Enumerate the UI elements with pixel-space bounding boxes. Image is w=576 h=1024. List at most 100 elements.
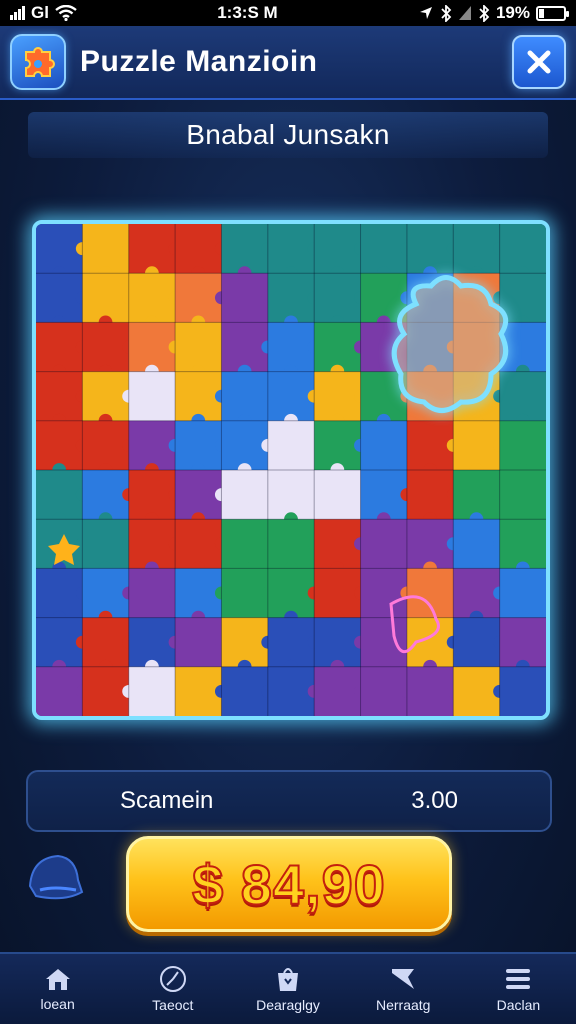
puzzle-piece[interactable] — [360, 519, 408, 569]
puzzle-piece[interactable] — [499, 519, 546, 569]
puzzle-piece[interactable] — [267, 617, 315, 668]
nav-item-menu[interactable]: Daclan — [461, 954, 576, 1024]
buy-button[interactable]: $ 84,90 — [126, 836, 452, 932]
puzzle-piece[interactable] — [499, 568, 546, 619]
puzzle-piece[interactable] — [360, 420, 408, 471]
puzzle-piece[interactable] — [36, 420, 83, 471]
puzzle-piece[interactable] — [314, 420, 362, 471]
puzzle-piece[interactable] — [221, 568, 269, 619]
puzzle-piece[interactable] — [499, 420, 546, 471]
puzzle-piece[interactable] — [267, 470, 315, 520]
puzzle-piece[interactable] — [453, 617, 501, 668]
hat-icon[interactable] — [24, 846, 86, 908]
puzzle-piece[interactable] — [82, 519, 130, 569]
puzzle-piece[interactable] — [36, 568, 83, 619]
puzzle-piece[interactable] — [221, 666, 269, 716]
puzzle-piece[interactable] — [267, 371, 315, 422]
puzzle-piece[interactable] — [499, 666, 546, 716]
puzzle-piece[interactable] — [406, 519, 454, 569]
puzzle-piece[interactable] — [221, 224, 269, 274]
puzzle-piece[interactable] — [453, 519, 501, 569]
puzzle-piece[interactable] — [128, 371, 176, 422]
puzzle-piece[interactable] — [221, 470, 269, 520]
puzzle-piece[interactable] — [499, 224, 546, 274]
puzzle-piece[interactable] — [175, 273, 222, 323]
puzzle-piece[interactable] — [453, 666, 501, 716]
puzzle-piece[interactable] — [406, 568, 454, 619]
puzzle-piece[interactable] — [267, 519, 315, 569]
puzzle-piece[interactable] — [314, 568, 362, 619]
puzzle-piece[interactable] — [82, 470, 130, 520]
puzzle-piece[interactable] — [406, 470, 454, 520]
puzzle-piece[interactable] — [128, 666, 176, 716]
puzzle-piece[interactable] — [314, 273, 362, 323]
puzzle-piece[interactable] — [82, 224, 130, 274]
puzzle-piece[interactable] — [314, 519, 362, 569]
puzzle-piece[interactable] — [128, 420, 176, 471]
puzzle-piece[interactable] — [128, 568, 176, 619]
nav-item-clock[interactable]: Taeoct — [115, 954, 230, 1024]
puzzle-piece[interactable] — [221, 273, 269, 323]
puzzle-piece[interactable] — [267, 273, 315, 323]
puzzle-piece[interactable] — [499, 470, 546, 520]
puzzle-piece[interactable] — [128, 273, 176, 323]
puzzle-piece[interactable] — [267, 568, 315, 619]
puzzle-piece[interactable] — [221, 371, 269, 422]
puzzle-piece[interactable] — [267, 322, 315, 373]
puzzle-board[interactable] — [32, 220, 550, 720]
puzzle-piece[interactable] — [406, 666, 454, 716]
puzzle-piece[interactable] — [360, 224, 408, 274]
puzzle-piece[interactable] — [360, 470, 408, 520]
puzzle-piece[interactable] — [267, 224, 315, 274]
puzzle-piece[interactable] — [175, 420, 222, 471]
puzzle-piece[interactable] — [175, 322, 222, 373]
puzzle-piece[interactable] — [499, 371, 546, 422]
puzzle-piece[interactable] — [314, 666, 362, 716]
puzzle-piece[interactable] — [406, 420, 454, 471]
puzzle-piece[interactable] — [175, 224, 222, 274]
puzzle-piece[interactable] — [82, 617, 130, 668]
puzzle-piece[interactable] — [36, 470, 83, 520]
puzzle-piece[interactable] — [36, 666, 83, 716]
puzzle-grid[interactable] — [36, 224, 546, 716]
puzzle-piece[interactable] — [453, 224, 501, 274]
puzzle-piece[interactable] — [36, 322, 83, 373]
puzzle-piece[interactable] — [36, 224, 83, 274]
puzzle-piece[interactable] — [128, 470, 176, 520]
puzzle-piece[interactable] — [314, 470, 362, 520]
puzzle-piece[interactable] — [82, 273, 130, 323]
nav-item-home[interactable]: loean — [0, 954, 115, 1024]
puzzle-piece[interactable] — [175, 617, 222, 668]
puzzle-piece[interactable] — [36, 273, 83, 323]
puzzle-piece[interactable] — [82, 371, 130, 422]
puzzle-piece[interactable] — [82, 322, 130, 373]
puzzle-piece[interactable] — [175, 519, 222, 569]
puzzle-piece[interactable] — [128, 322, 176, 373]
puzzle-piece[interactable] — [360, 617, 408, 668]
puzzle-piece[interactable] — [175, 371, 222, 422]
puzzle-piece[interactable] — [360, 666, 408, 716]
puzzle-piece[interactable] — [128, 224, 176, 274]
puzzle-piece[interactable] — [221, 322, 269, 373]
puzzle-piece[interactable] — [221, 519, 269, 569]
puzzle-piece[interactable] — [314, 371, 362, 422]
puzzle-piece[interactable] — [453, 470, 501, 520]
nav-item-bag[interactable]: Dearaglgy — [230, 954, 345, 1024]
puzzle-piece[interactable] — [499, 617, 546, 668]
puzzle-piece[interactable] — [128, 617, 176, 668]
puzzle-piece[interactable] — [128, 519, 176, 569]
puzzle-piece[interactable] — [175, 568, 222, 619]
puzzle-piece[interactable] — [82, 420, 130, 471]
puzzle-piece[interactable] — [360, 568, 408, 619]
puzzle-piece[interactable] — [221, 617, 269, 668]
puzzle-piece[interactable] — [36, 371, 83, 422]
puzzle-piece[interactable] — [314, 224, 362, 274]
nav-item-flag[interactable]: Nerraatg — [346, 954, 461, 1024]
close-button[interactable] — [512, 35, 566, 89]
puzzle-piece[interactable] — [314, 617, 362, 668]
puzzle-piece[interactable] — [175, 470, 222, 520]
puzzle-app-icon[interactable] — [10, 34, 66, 90]
puzzle-piece[interactable] — [406, 224, 454, 274]
puzzle-piece[interactable] — [175, 666, 222, 716]
puzzle-piece[interactable] — [453, 568, 501, 619]
